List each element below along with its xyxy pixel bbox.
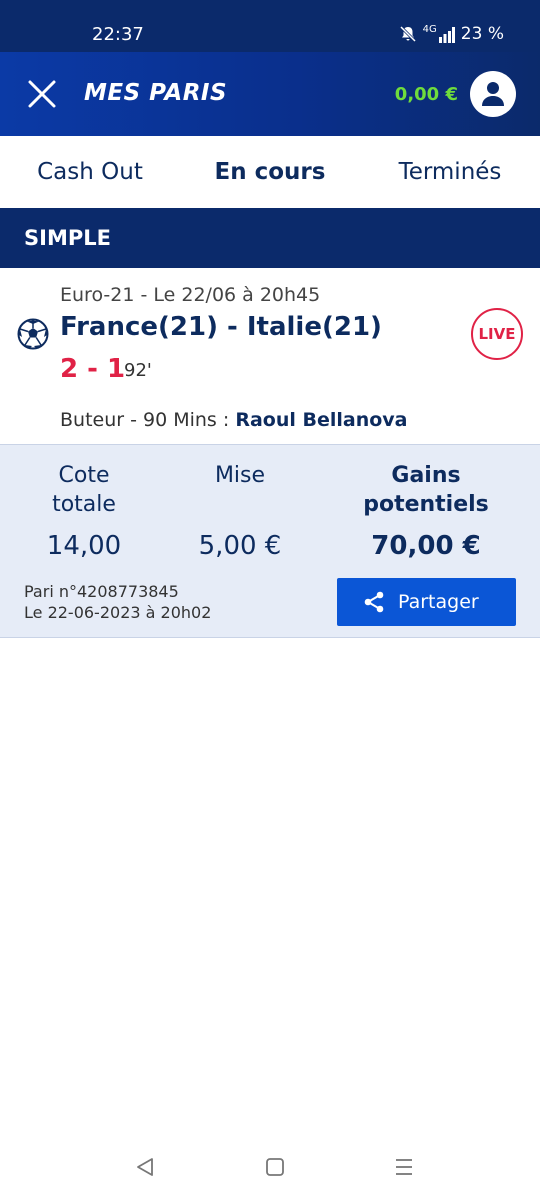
bet-date: Le 22-06-2023 à 20h02 (24, 603, 212, 622)
soccer-ball-icon (17, 318, 49, 355)
stake-value: 5,00 € (198, 531, 282, 561)
status-icons: 4G 23 % (399, 24, 504, 44)
share-icon (364, 591, 384, 613)
user-icon (482, 82, 504, 106)
bet-number: Pari n°4208773845 (24, 582, 179, 601)
tab-cash-out[interactable]: Cash Out (0, 136, 180, 208)
bet-type-label: SIMPLE (24, 226, 111, 250)
gains-label: Gains potentiels (338, 461, 514, 519)
match-name: France(21) - Italie(21) (60, 312, 382, 342)
share-button[interactable]: Partager (337, 578, 516, 626)
selection-name: Raoul Bellanova (235, 409, 408, 431)
stake-label: Mise (170, 461, 310, 519)
gains-value: 70,00 € (371, 531, 481, 561)
bet-selection: Buteur - 90 Mins : Raoul Bellanova (60, 409, 408, 431)
live-badge: LIVE (471, 308, 523, 360)
status-bar: 22:37 4G 23 % (0, 0, 540, 52)
account-balance[interactable]: 0,00 € (395, 84, 458, 105)
match-minute: 92' (124, 360, 152, 381)
home-icon[interactable] (264, 1156, 286, 1183)
odds-column: Cote totale 14,00 (14, 461, 154, 561)
market-label: Buteur - 90 Mins : (60, 409, 236, 431)
network-type: 4G (422, 24, 437, 35)
recents-icon[interactable] (393, 1156, 415, 1183)
event-meta: Euro-21 - Le 22/06 à 20h45 (60, 284, 321, 306)
bet-tabs: Cash Out En cours Terminés (0, 136, 540, 208)
gains-label-line2: potentiels (363, 492, 489, 517)
bet-summary: Cote totale 14,00 Mise 5,00 € Gains pote… (0, 444, 540, 638)
odds-value: 14,00 (46, 531, 122, 561)
app-header: MES PARIS 0,00 € (0, 52, 540, 136)
account-button[interactable] (470, 71, 516, 117)
live-score: 2 - 1 (60, 354, 126, 384)
bet-type-header: SIMPLE (0, 208, 540, 268)
stake-label-spacer (170, 490, 310, 519)
close-icon[interactable] (26, 78, 58, 110)
system-nav-bar (0, 1140, 540, 1200)
tab-termines[interactable]: Terminés (360, 136, 540, 208)
battery-level: 23 % (460, 24, 504, 44)
share-label: Partager (398, 591, 479, 613)
mute-icon (399, 25, 417, 43)
tab-en-cours[interactable]: En cours (180, 136, 360, 208)
page-title: MES PARIS (84, 80, 228, 106)
stake-column: Mise 5,00 € (170, 461, 310, 561)
signal-icon: 4G (423, 25, 455, 43)
bet-reference: Pari n°4208773845 Le 22-06-2023 à 20h02 (24, 581, 211, 623)
gains-label-line1: Gains (391, 463, 461, 488)
stake-label-text: Mise (214, 463, 266, 488)
gains-column: Gains potentiels 70,00 € (338, 461, 514, 561)
odds-label-line2: totale (52, 492, 116, 517)
bet-card[interactable]: Euro-21 - Le 22/06 à 20h45 France(21) - … (0, 268, 540, 444)
back-icon[interactable] (134, 1156, 156, 1183)
status-time: 22:37 (92, 24, 144, 45)
odds-label-line1: Cote (58, 463, 110, 488)
odds-label: Cote totale (14, 461, 154, 519)
